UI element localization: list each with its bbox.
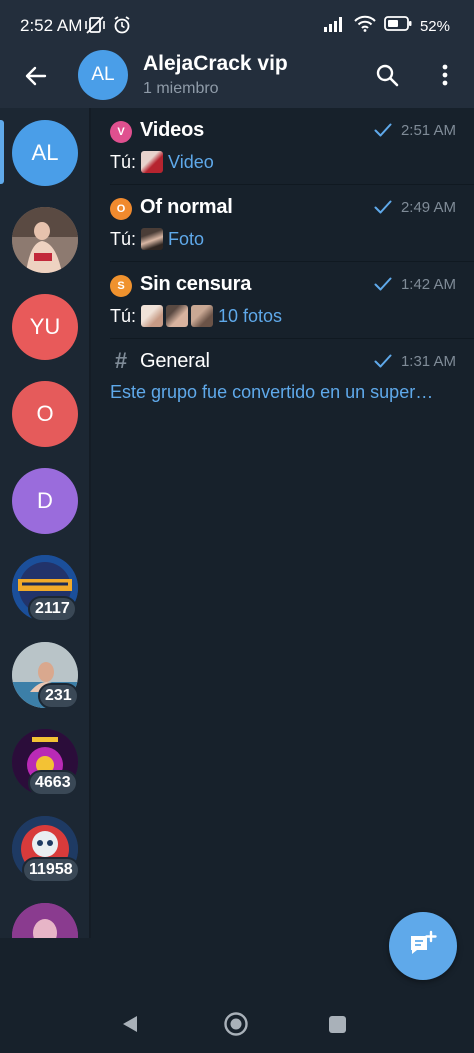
sidebar-item-initials: D — [37, 488, 53, 513]
media-label: 10 fotos — [218, 305, 283, 326]
search-icon — [375, 63, 399, 92]
nav-back-icon[interactable] — [120, 1014, 140, 1039]
system-nav-bar — [0, 995, 474, 1053]
topic-preview: Tú: Video — [110, 151, 214, 173]
group-avatar[interactable]: AL — [78, 50, 128, 100]
read-check-icon — [374, 277, 392, 296]
topic-row-general[interactable]: # General 1:31 AM Este grupo fue convert… — [93, 339, 474, 419]
status-right: 52% — [323, 15, 450, 37]
sender-label: Tú: — [110, 305, 137, 326]
alarm-icon — [112, 15, 132, 40]
hash-icon: # — [114, 348, 128, 373]
media-label: Video — [168, 151, 214, 172]
status-left-icons — [84, 15, 132, 40]
sender-label: Tú: — [110, 151, 137, 172]
new-topic-button[interactable] — [389, 912, 457, 980]
topic-color-icon: V — [110, 121, 132, 143]
sidebar-item-initials: YU — [29, 314, 61, 339]
unread-badge: 231 — [38, 683, 79, 709]
status-time: 2:52 AM — [20, 16, 83, 35]
media-thumbnail — [141, 151, 164, 173]
avatar-photo-icon — [12, 207, 78, 273]
arrow-left-icon — [24, 64, 48, 93]
active-indicator — [0, 120, 4, 184]
topic-title: Of normal — [140, 196, 233, 218]
sidebar-item-al[interactable]: AL — [12, 120, 78, 186]
topic-row-sin-censura[interactable]: S Sin censura 1:42 AM Tú: 10 fotos — [93, 262, 474, 339]
sidebar-item-yu[interactable]: YU — [12, 294, 78, 360]
wifi-icon — [354, 15, 376, 37]
topic-title: Sin censura — [140, 273, 252, 295]
unread-badge: 4663 — [28, 770, 78, 796]
group-title[interactable]: AlejaCrack vip — [143, 52, 288, 76]
sidebar-item-initials: AL — [31, 140, 59, 165]
sidebar-item-o[interactable]: O — [12, 381, 78, 447]
search-button[interactable] — [370, 60, 404, 94]
new-topic-icon — [408, 930, 438, 963]
sidebar-item-initials: O — [36, 401, 54, 426]
more-vertical-icon — [442, 64, 448, 91]
sidebar-item-d[interactable]: D — [12, 468, 78, 534]
media-thumbnail — [141, 228, 164, 250]
topic-preview: Este grupo fue convertido en un super… — [110, 382, 433, 403]
chat-header: AL AlejaCrack vip 1 miembro — [0, 50, 474, 108]
unread-badge: 11958 — [22, 857, 80, 883]
topic-time: 1:31 AM — [400, 353, 456, 370]
topic-time: 2:49 AM — [400, 199, 456, 216]
nav-recents-icon[interactable] — [329, 1016, 346, 1033]
media-thumbnail — [191, 305, 214, 327]
topic-time: 2:51 AM — [400, 122, 456, 139]
topic-color-icon: O — [110, 198, 132, 220]
battery-percentage: 52% — [419, 17, 450, 35]
back-button[interactable] — [18, 60, 54, 96]
topic-preview: Tú: 10 fotos — [110, 305, 282, 327]
read-check-icon — [374, 354, 392, 373]
member-count: 1 miembro — [143, 80, 219, 97]
avatar-photo-icon — [12, 903, 78, 938]
battery-icon — [384, 16, 412, 36]
more-options-button[interactable] — [430, 60, 460, 94]
topic-row-videos[interactable]: V Videos 2:51 AM Tú: Video — [93, 108, 474, 185]
mute-vibrate-icon — [84, 15, 106, 40]
chat-sidebar: AL YU O D 2117 231 4663 11958 — [0, 108, 91, 938]
topic-title: Videos — [140, 119, 205, 141]
nav-home-icon[interactable] — [223, 1011, 249, 1042]
preview-text: Este grupo fue convertido en un super… — [110, 382, 434, 402]
read-check-icon — [374, 200, 392, 219]
media-thumbnail — [166, 305, 189, 327]
topic-preview: Tú: Foto — [110, 228, 204, 250]
topic-time: 1:42 AM — [400, 276, 456, 293]
sidebar-item-photo-1[interactable] — [12, 207, 78, 273]
unread-badge: 2117 — [28, 596, 77, 622]
media-thumbnail — [141, 305, 164, 327]
media-thumbnails — [141, 305, 214, 327]
topic-row-of-normal[interactable]: O Of normal 2:49 AM Tú: Foto — [93, 185, 474, 262]
media-label: Foto — [168, 228, 205, 249]
signal-icon — [323, 16, 346, 37]
sender-label: Tú: — [110, 228, 137, 249]
sidebar-item-photo-6[interactable] — [12, 903, 78, 938]
topic-color-icon: S — [110, 275, 132, 297]
read-check-icon — [374, 123, 392, 142]
status-bar: 2:52 AM 52% — [0, 0, 474, 52]
topic-title: General — [140, 350, 210, 372]
